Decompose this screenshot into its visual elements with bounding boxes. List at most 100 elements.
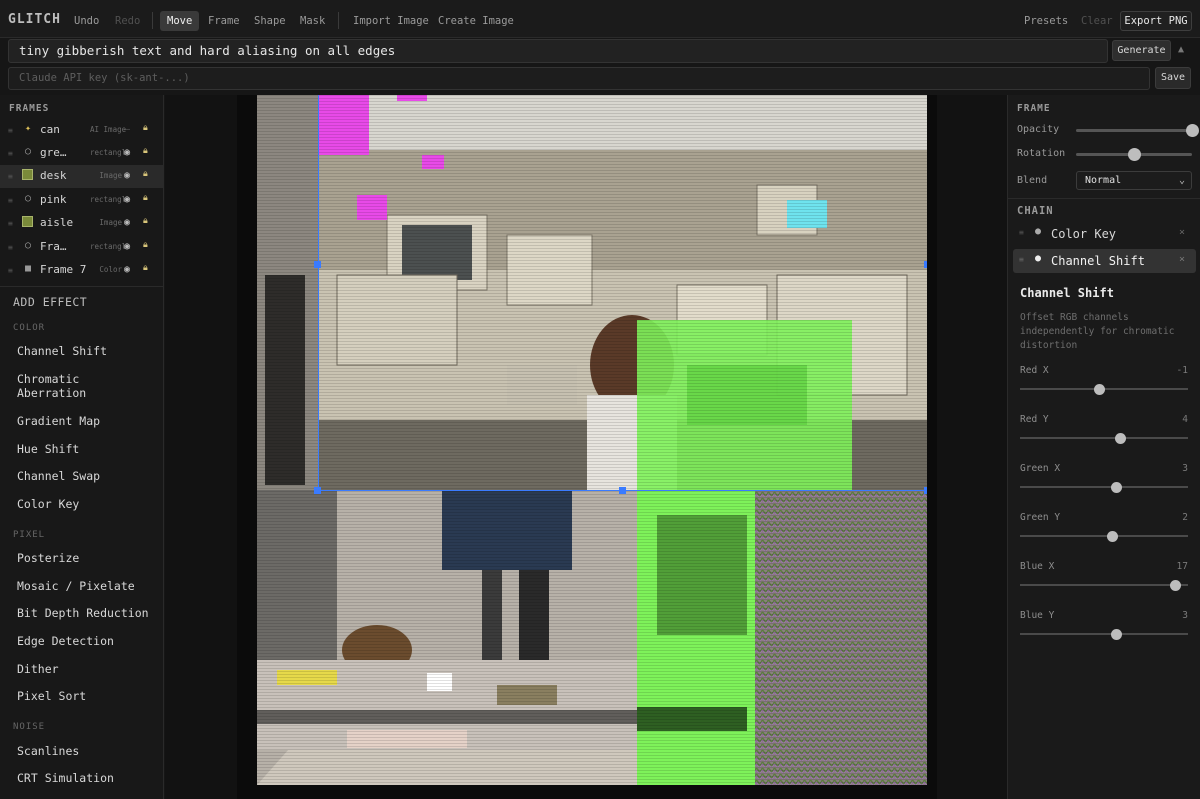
drag-handle-icon[interactable]: ≡ — [8, 196, 13, 205]
artboard[interactable] — [237, 95, 937, 799]
resize-handle[interactable] — [619, 487, 626, 494]
effect-pixel-sort[interactable]: Pixel Sort — [17, 689, 86, 703]
resize-handle[interactable] — [924, 487, 927, 494]
lock-icon[interactable]: 🔒︎ — [143, 216, 148, 226]
slider-knob[interactable] — [1111, 629, 1123, 640]
effect-dither[interactable]: Dither — [17, 662, 59, 676]
close-icon[interactable]: × — [1179, 254, 1185, 265]
effect-scanlines[interactable]: Scanlines — [17, 744, 79, 758]
effect-crt-simulation[interactable]: CRT Simulation — [17, 771, 114, 785]
selection-box[interactable] — [318, 95, 927, 491]
mask-tool-button[interactable]: Mask — [293, 11, 332, 31]
effect-posterize[interactable]: Posterize — [17, 551, 79, 565]
enabled-dot-icon[interactable]: ● — [1035, 253, 1041, 264]
lock-icon[interactable]: 🔒︎ — [143, 169, 148, 179]
rotation-slider[interactable] — [1076, 148, 1192, 161]
create-image-button[interactable]: Create Image — [431, 11, 521, 31]
drag-handle-icon[interactable]: ≡ — [8, 219, 13, 228]
frame-row-desk[interactable]: ≡ desk Image ◉ 🔒︎ — [0, 165, 164, 188]
drag-handle-icon[interactable]: ≡ — [8, 172, 13, 181]
close-icon[interactable]: × — [1179, 227, 1185, 238]
slider-knob[interactable] — [1094, 384, 1106, 395]
effect-channel-shift[interactable]: Channel Shift — [17, 344, 107, 358]
param-slider[interactable] — [1020, 580, 1188, 591]
save-key-button[interactable]: Save — [1155, 67, 1191, 89]
drag-handle-icon[interactable]: ≡ — [8, 126, 13, 135]
effect-chromatic-aberration[interactable]: Chromatic Aberration — [17, 372, 137, 400]
frame-row-frame-7[interactable]: ≡ ■ Frame 7 Color ◉ 🔒︎ — [0, 259, 164, 282]
chain-item-channel-shift[interactable]: ≡ ● Channel Shift × — [1013, 249, 1196, 273]
resize-handle[interactable] — [314, 261, 321, 268]
eye-icon[interactable]: ◉ — [124, 170, 130, 181]
slider-knob[interactable] — [1169, 580, 1181, 591]
image-icon — [22, 216, 34, 228]
effect-bit-depth-reduction[interactable]: Bit Depth Reduction — [17, 606, 149, 620]
api-key-input[interactable]: Claude API key (sk-ant-...) — [8, 67, 1150, 90]
slider-knob[interactable] — [1111, 482, 1123, 493]
effect-mosaic-pixelate[interactable]: Mosaic / Pixelate — [17, 579, 135, 593]
param-slider[interactable] — [1020, 433, 1188, 444]
effect-gradient-map[interactable]: Gradient Map — [17, 414, 100, 428]
frame-name: desk — [40, 169, 67, 182]
presets-button[interactable]: Presets — [1017, 11, 1075, 31]
collapse-caret-icon[interactable]: ▲ — [1178, 44, 1184, 55]
prompt-input[interactable]: tiny gibberish text and hard aliasing on… — [8, 39, 1108, 63]
drag-handle-icon[interactable]: ≡ — [8, 149, 13, 158]
drag-handle-icon[interactable]: ≡ — [1019, 228, 1024, 237]
blend-select[interactable]: Normal ⌄ — [1076, 171, 1192, 190]
effect-color-key[interactable]: Color Key — [17, 497, 79, 511]
shape-tool-button[interactable]: Shape — [247, 11, 293, 31]
enabled-dot-icon[interactable]: ● — [1035, 226, 1041, 237]
import-image-button[interactable]: Import Image — [346, 11, 436, 31]
eye-icon[interactable]: ◉ — [124, 147, 130, 158]
frame-tool-button[interactable]: Frame — [201, 11, 247, 31]
frame-row-can[interactable]: ≡ ✦ can AI Image — 🔒︎ — [0, 119, 164, 142]
eye-icon[interactable]: ◉ — [124, 264, 130, 275]
eye-icon[interactable]: ◉ — [124, 194, 130, 205]
param-value: 17 — [1176, 561, 1188, 572]
canvas-area[interactable] — [165, 95, 1007, 799]
lock-icon[interactable]: 🔒︎ — [143, 146, 148, 156]
param-slider[interactable] — [1020, 629, 1188, 640]
composite-image[interactable] — [257, 95, 927, 785]
generate-button[interactable]: Generate — [1112, 40, 1171, 61]
glitch-app: GLITCH Undo Redo Move Frame Shape Mask I… — [0, 0, 1200, 799]
lock-icon[interactable]: 🔒︎ — [143, 240, 148, 250]
effect-channel-swap[interactable]: Channel Swap — [17, 469, 100, 483]
frame-name: aisle — [40, 216, 74, 229]
eye-icon[interactable]: ◉ — [124, 217, 130, 228]
clear-button[interactable]: Clear — [1074, 11, 1120, 31]
move-tool-button[interactable]: Move — [160, 11, 200, 31]
slider-knob[interactable] — [1106, 531, 1118, 542]
export-png-button[interactable]: Export PNG — [1120, 11, 1192, 31]
hidden-icon[interactable]: — — [124, 124, 130, 135]
frame-row-aisle[interactable]: ≡ aisle Image ◉ 🔒︎ — [0, 212, 164, 235]
param-slider[interactable] — [1020, 531, 1188, 542]
param-slider[interactable] — [1020, 482, 1188, 493]
lock-icon[interactable]: 🔒︎ — [143, 123, 148, 133]
redo-button[interactable]: Redo — [108, 11, 147, 31]
slider-knob[interactable] — [1115, 433, 1127, 444]
frame-row-pink[interactable]: ≡ ○ pink rectangle ◉ 🔒︎ — [0, 189, 164, 212]
drag-handle-icon[interactable]: ≡ — [8, 266, 13, 275]
resize-handle[interactable] — [924, 261, 927, 268]
circle-icon: ○ — [24, 193, 32, 204]
slider-knob[interactable] — [1185, 124, 1199, 137]
effect-hue-shift[interactable]: Hue Shift — [17, 442, 79, 456]
drag-handle-icon[interactable]: ≡ — [8, 243, 13, 252]
slider-knob[interactable] — [1127, 148, 1141, 161]
lock-icon[interactable]: 🔒︎ — [143, 193, 148, 203]
effect-edge-detection[interactable]: Edge Detection — [17, 634, 114, 648]
opacity-slider[interactable] — [1076, 124, 1199, 137]
eye-icon[interactable]: ◉ — [124, 241, 130, 252]
resize-handle[interactable] — [314, 487, 321, 494]
undo-button[interactable]: Undo — [67, 11, 106, 31]
frame-type: rectangle — [90, 148, 131, 157]
lock-icon[interactable]: 🔒︎ — [143, 263, 148, 273]
frame-name: pink — [40, 193, 67, 206]
param-slider[interactable] — [1020, 384, 1188, 395]
chain-item-color-key[interactable]: ≡ ● Color Key × — [1013, 222, 1196, 246]
drag-handle-icon[interactable]: ≡ — [1019, 255, 1024, 264]
frame-row-green[interactable]: ≡ ○ gre… rectangle ◉ 🔒︎ — [0, 142, 164, 165]
frame-row-fra[interactable]: ≡ ○ Fra… rectangle ◉ 🔒︎ — [0, 236, 164, 259]
